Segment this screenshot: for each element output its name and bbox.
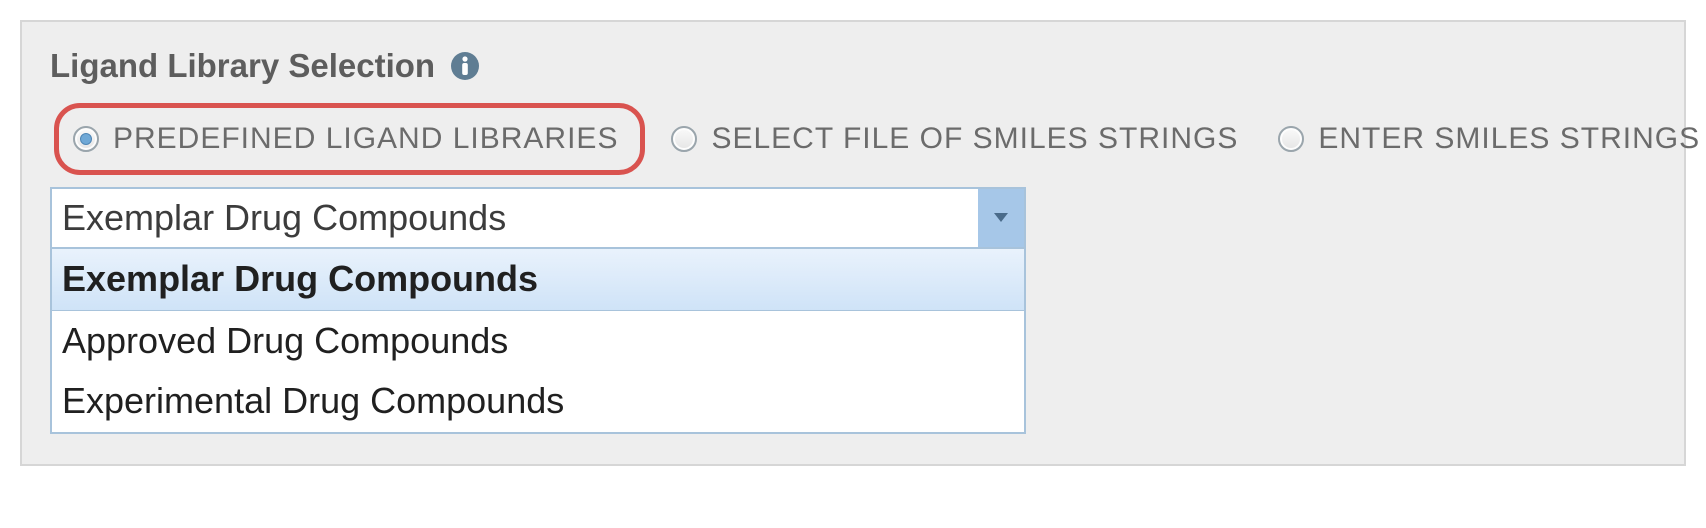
radio-predefined-libraries[interactable]: PREDEFINED LIGAND LIBRARIES (54, 103, 645, 175)
radio-select-file-smiles[interactable]: SELECT FILE OF SMILES STRINGS (663, 114, 1252, 164)
radio-label: PREDEFINED LIGAND LIBRARIES (113, 122, 618, 156)
radio-icon (1278, 126, 1304, 152)
dropdown-option-approved[interactable]: Approved Drug Compounds (52, 311, 1024, 372)
section-title: Ligand Library Selection (50, 47, 435, 85)
library-dropdown: Exemplar Drug Compounds Exemplar Drug Co… (50, 187, 1026, 434)
radio-label: ENTER SMILES STRINGS (1318, 122, 1700, 156)
section-header: Ligand Library Selection (50, 47, 1656, 85)
dropdown-option-experimental[interactable]: Experimental Drug Compounds (52, 371, 1024, 432)
radio-label: SELECT FILE OF SMILES STRINGS (711, 122, 1238, 156)
dropdown-head[interactable]: Exemplar Drug Compounds (50, 187, 1026, 249)
chevron-down-icon (978, 189, 1024, 247)
info-icon[interactable] (449, 50, 481, 82)
radio-group: PREDEFINED LIGAND LIBRARIES SELECT FILE … (50, 103, 1656, 175)
radio-icon (73, 126, 99, 152)
ligand-library-panel: Ligand Library Selection PREDEFINED LIGA… (20, 20, 1686, 466)
radio-icon (671, 126, 697, 152)
radio-enter-smiles[interactable]: ENTER SMILES STRINGS (1270, 114, 1706, 164)
dropdown-value: Exemplar Drug Compounds (52, 189, 978, 247)
dropdown-option-exemplar[interactable]: Exemplar Drug Compounds (52, 249, 1024, 311)
dropdown-list: Exemplar Drug Compounds Approved Drug Co… (50, 249, 1026, 434)
